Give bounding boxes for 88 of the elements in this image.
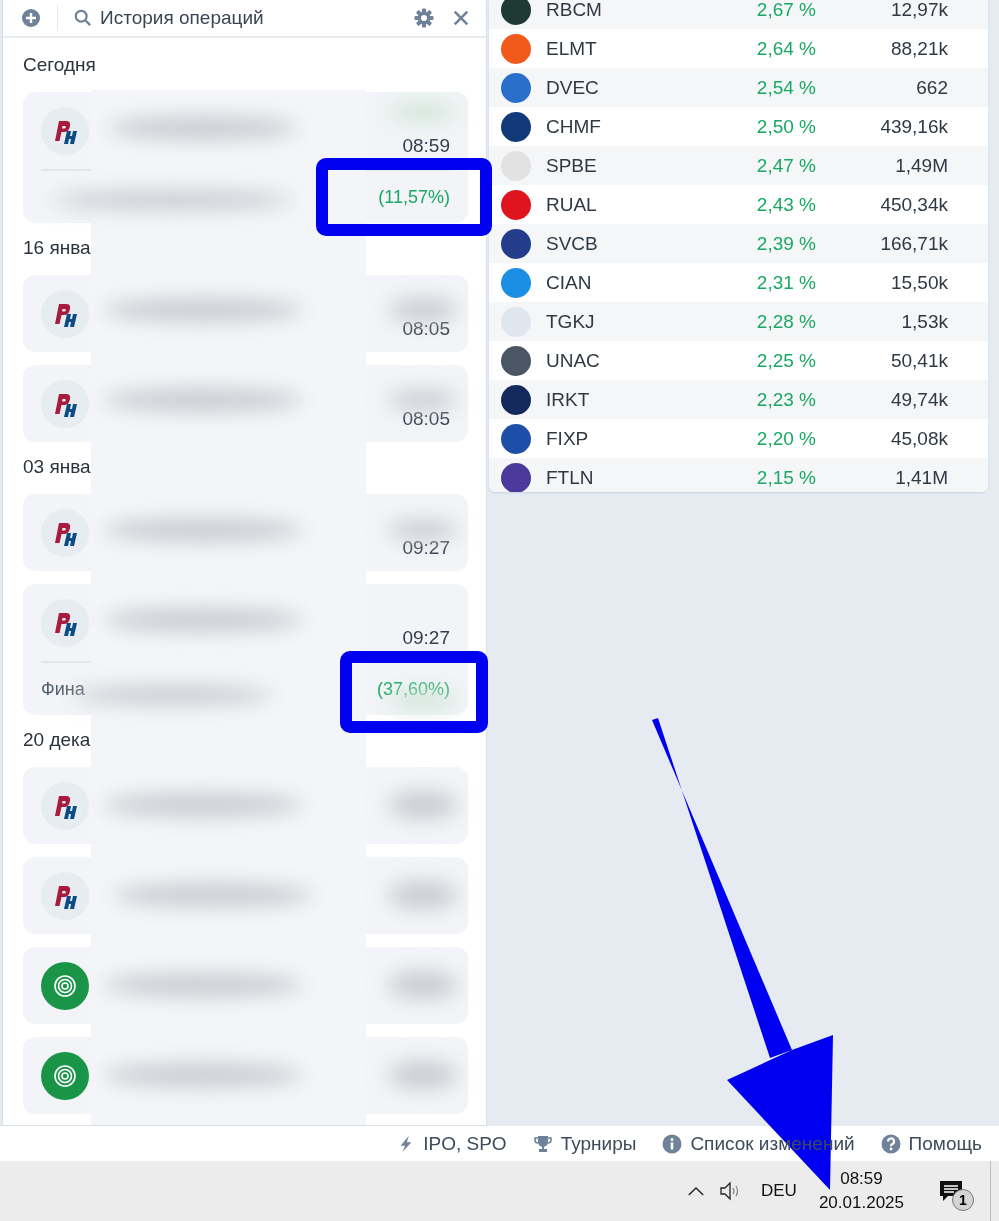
company-logo-icon (41, 106, 89, 155)
price-change: 2,31 % (755, 271, 816, 294)
footer-link[interactable]: Турниры (532, 1132, 637, 1155)
percent-value: (11,57%) (378, 186, 450, 208)
volume-value: 450,34k (879, 193, 948, 216)
company-logo-icon (41, 508, 89, 557)
company-logo-icon (41, 871, 89, 920)
ticker: SPBE (546, 154, 598, 177)
price-change: 2,64 % (755, 37, 816, 60)
clock[interactable]: 08:59 20.01.2025 (818, 1169, 904, 1213)
volume-value: 1,49M (894, 154, 948, 177)
quote-row[interactable]: SPBE 2,47 % 1,49M (489, 146, 988, 185)
chevron-up-icon[interactable] (687, 1185, 705, 1197)
quote-row[interactable]: FTLN 2,15 % 1,41M (489, 458, 988, 492)
operation-time: 08:59 (402, 135, 450, 158)
language-indicator[interactable]: DEU (761, 1181, 797, 1201)
close-icon[interactable] (452, 9, 470, 27)
ticker: TGKJ (546, 310, 596, 333)
search-icon (74, 9, 92, 27)
ticker: SVCB (546, 232, 599, 255)
operation-time: 08:05 (402, 318, 450, 341)
quote-row[interactable]: FIXP 2,20 % 45,08k (489, 419, 988, 458)
price-change: 2,28 % (755, 310, 816, 333)
trophy-icon (532, 1133, 553, 1154)
quote-row[interactable]: RBCM 2,67 % 12,97k (489, 0, 988, 29)
quote-row[interactable]: SVCB 2,39 % 166,71k (489, 224, 988, 263)
panel-title: История операций (100, 7, 265, 29)
percent-value: (37,60%) (376, 678, 450, 700)
company-logo-icon (41, 1051, 89, 1100)
quote-row[interactable]: DVEC 2,54 % 662 (489, 68, 988, 107)
quote-row[interactable]: CHMF 2,50 % 439,16k (489, 107, 988, 146)
price-change: 2,15 % (755, 466, 816, 489)
volume-value: 1,41M (894, 466, 948, 489)
company-logo-icon (41, 289, 89, 338)
volume-value: 50,41k (889, 349, 948, 372)
company-logo-icon (41, 781, 89, 830)
date-heading: Сегодня (23, 53, 97, 77)
ticker: CIAN (546, 271, 593, 294)
add-icon[interactable] (21, 8, 41, 28)
quote-row[interactable]: IRKT 2,23 % 49,74k (489, 380, 988, 419)
volume-value: 166,71k (879, 232, 948, 255)
ticker: DVEC (546, 76, 600, 99)
company-logo-icon (41, 379, 89, 428)
ticker: CHMF (546, 115, 602, 138)
volume-value: 49,74k (889, 388, 948, 411)
footer-link[interactable]: IPO, SPO (397, 1132, 507, 1155)
price-change: 2,54 % (755, 76, 816, 99)
ticker: ELMT (546, 37, 598, 60)
ticker: UNAC (546, 349, 601, 372)
volume-value: 12,97k (889, 0, 948, 21)
footer-link[interactable]: Помощь (880, 1132, 982, 1155)
operation-time: 08:05 (402, 408, 450, 431)
operation-time: 09:27 (402, 537, 450, 560)
quote-row[interactable]: TGKJ 2,28 % 1,53k (489, 302, 988, 341)
ticker: FTLN (546, 466, 595, 489)
info-icon (662, 1133, 683, 1154)
ticker: IRKT (546, 388, 591, 411)
price-change: 2,50 % (755, 115, 816, 138)
price-change: 2,43 % (755, 193, 816, 216)
ticker: FIXP (546, 427, 590, 450)
operation-label: Фина (41, 678, 85, 700)
price-change: 2,39 % (755, 232, 816, 255)
ticker: RUAL (546, 193, 598, 216)
company-logo-icon (41, 961, 89, 1010)
price-change: 2,20 % (755, 427, 816, 450)
quote-row[interactable]: CIAN 2,31 % 15,50k (489, 263, 988, 302)
quote-row[interactable]: ELMT 2,64 % 88,21k (489, 29, 988, 68)
volume-value: 45,08k (889, 427, 948, 450)
volume-value: 88,21k (889, 37, 948, 60)
price-change: 2,67 % (755, 0, 816, 21)
date-heading: 03 янва (23, 455, 92, 479)
volume-value: 15,50k (889, 271, 948, 294)
date-heading: 16 янва (23, 236, 92, 260)
help-icon (880, 1133, 901, 1154)
operation-time: 09:27 (402, 627, 450, 650)
date-heading: 20 дека (23, 728, 92, 752)
settings-icon[interactable] (414, 8, 434, 28)
company-logo-icon (41, 598, 89, 647)
volume-value: 439,16k (879, 115, 948, 138)
volume-value: 662 (915, 76, 948, 99)
price-change: 2,25 % (755, 349, 816, 372)
price-change: 2,47 % (755, 154, 816, 177)
volume-value: 1,53k (900, 310, 948, 333)
notification-count: 1 (952, 1189, 974, 1211)
quote-row[interactable]: UNAC 2,25 % 50,41k (489, 341, 988, 380)
price-change: 2,23 % (755, 388, 816, 411)
ticker: RBCM (546, 0, 603, 21)
quote-row[interactable]: RUAL 2,43 % 450,34k (489, 185, 988, 224)
